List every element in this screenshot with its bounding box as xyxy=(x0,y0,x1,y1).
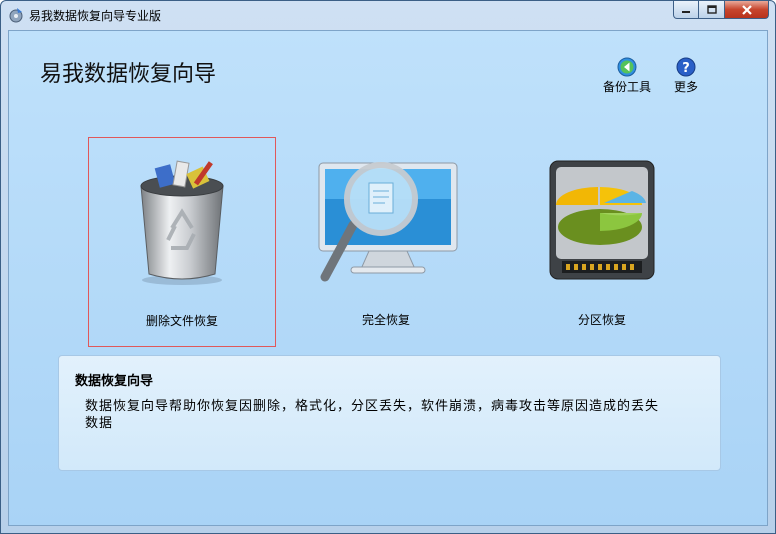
back-arrow-icon xyxy=(617,57,637,77)
window-controls xyxy=(673,1,769,19)
close-icon xyxy=(741,4,752,15)
option-label: 分区恢复 xyxy=(577,313,626,327)
title-bar[interactable]: 易我数据恢复向导专业版 xyxy=(1,1,775,29)
option-deleted-file-recovery[interactable]: 删除文件恢复 xyxy=(88,137,276,347)
backup-tool-label: 备份工具 xyxy=(603,80,652,94)
main-panel: 易我数据恢复向导 备份工具 ? 更多 删除文件恢复 完全恢复 分区恢复 数据恢复… xyxy=(8,30,768,526)
app-logo-icon xyxy=(9,8,23,23)
monitor-magnifier-icon xyxy=(318,162,458,282)
minimize-button[interactable] xyxy=(673,1,699,19)
svg-text:?: ? xyxy=(682,61,690,76)
window-title: 易我数据恢复向导专业版 xyxy=(29,9,162,23)
minimize-icon xyxy=(682,10,690,13)
more-label: 更多 xyxy=(674,80,699,94)
maximize-button[interactable] xyxy=(699,1,725,19)
backup-tool-button[interactable]: 备份工具 xyxy=(603,57,651,95)
close-button[interactable] xyxy=(725,1,769,19)
more-button[interactable]: ? 更多 xyxy=(674,57,698,95)
description-title: 数据恢复向导 xyxy=(75,374,154,389)
option-full-recovery[interactable]: 完全恢复 xyxy=(292,137,480,347)
hard-drive-pie-icon xyxy=(549,160,655,280)
help-icon: ? xyxy=(676,57,696,77)
page-title: 易我数据恢复向导 xyxy=(40,62,217,87)
app-window: 易我数据恢复向导专业版 易我数据恢复向导 备份工具 ? 更多 删除文件恢复 完全… xyxy=(0,0,776,534)
option-partition-recovery[interactable]: 分区恢复 xyxy=(508,137,696,347)
description-panel: 数据恢复向导 数据恢复向导帮助你恢复因删除，格式化，分区丢失，软件崩溃，病毒攻击… xyxy=(58,355,721,471)
option-label: 删除文件恢复 xyxy=(145,314,218,328)
maximize-icon xyxy=(706,5,717,14)
option-label: 完全恢复 xyxy=(361,313,410,327)
recycle-bin-icon xyxy=(140,160,224,285)
description-text: 数据恢复向导帮助你恢复因删除，格式化，分区丢失，软件崩溃，病毒攻击等原因造成的丢… xyxy=(85,399,660,431)
